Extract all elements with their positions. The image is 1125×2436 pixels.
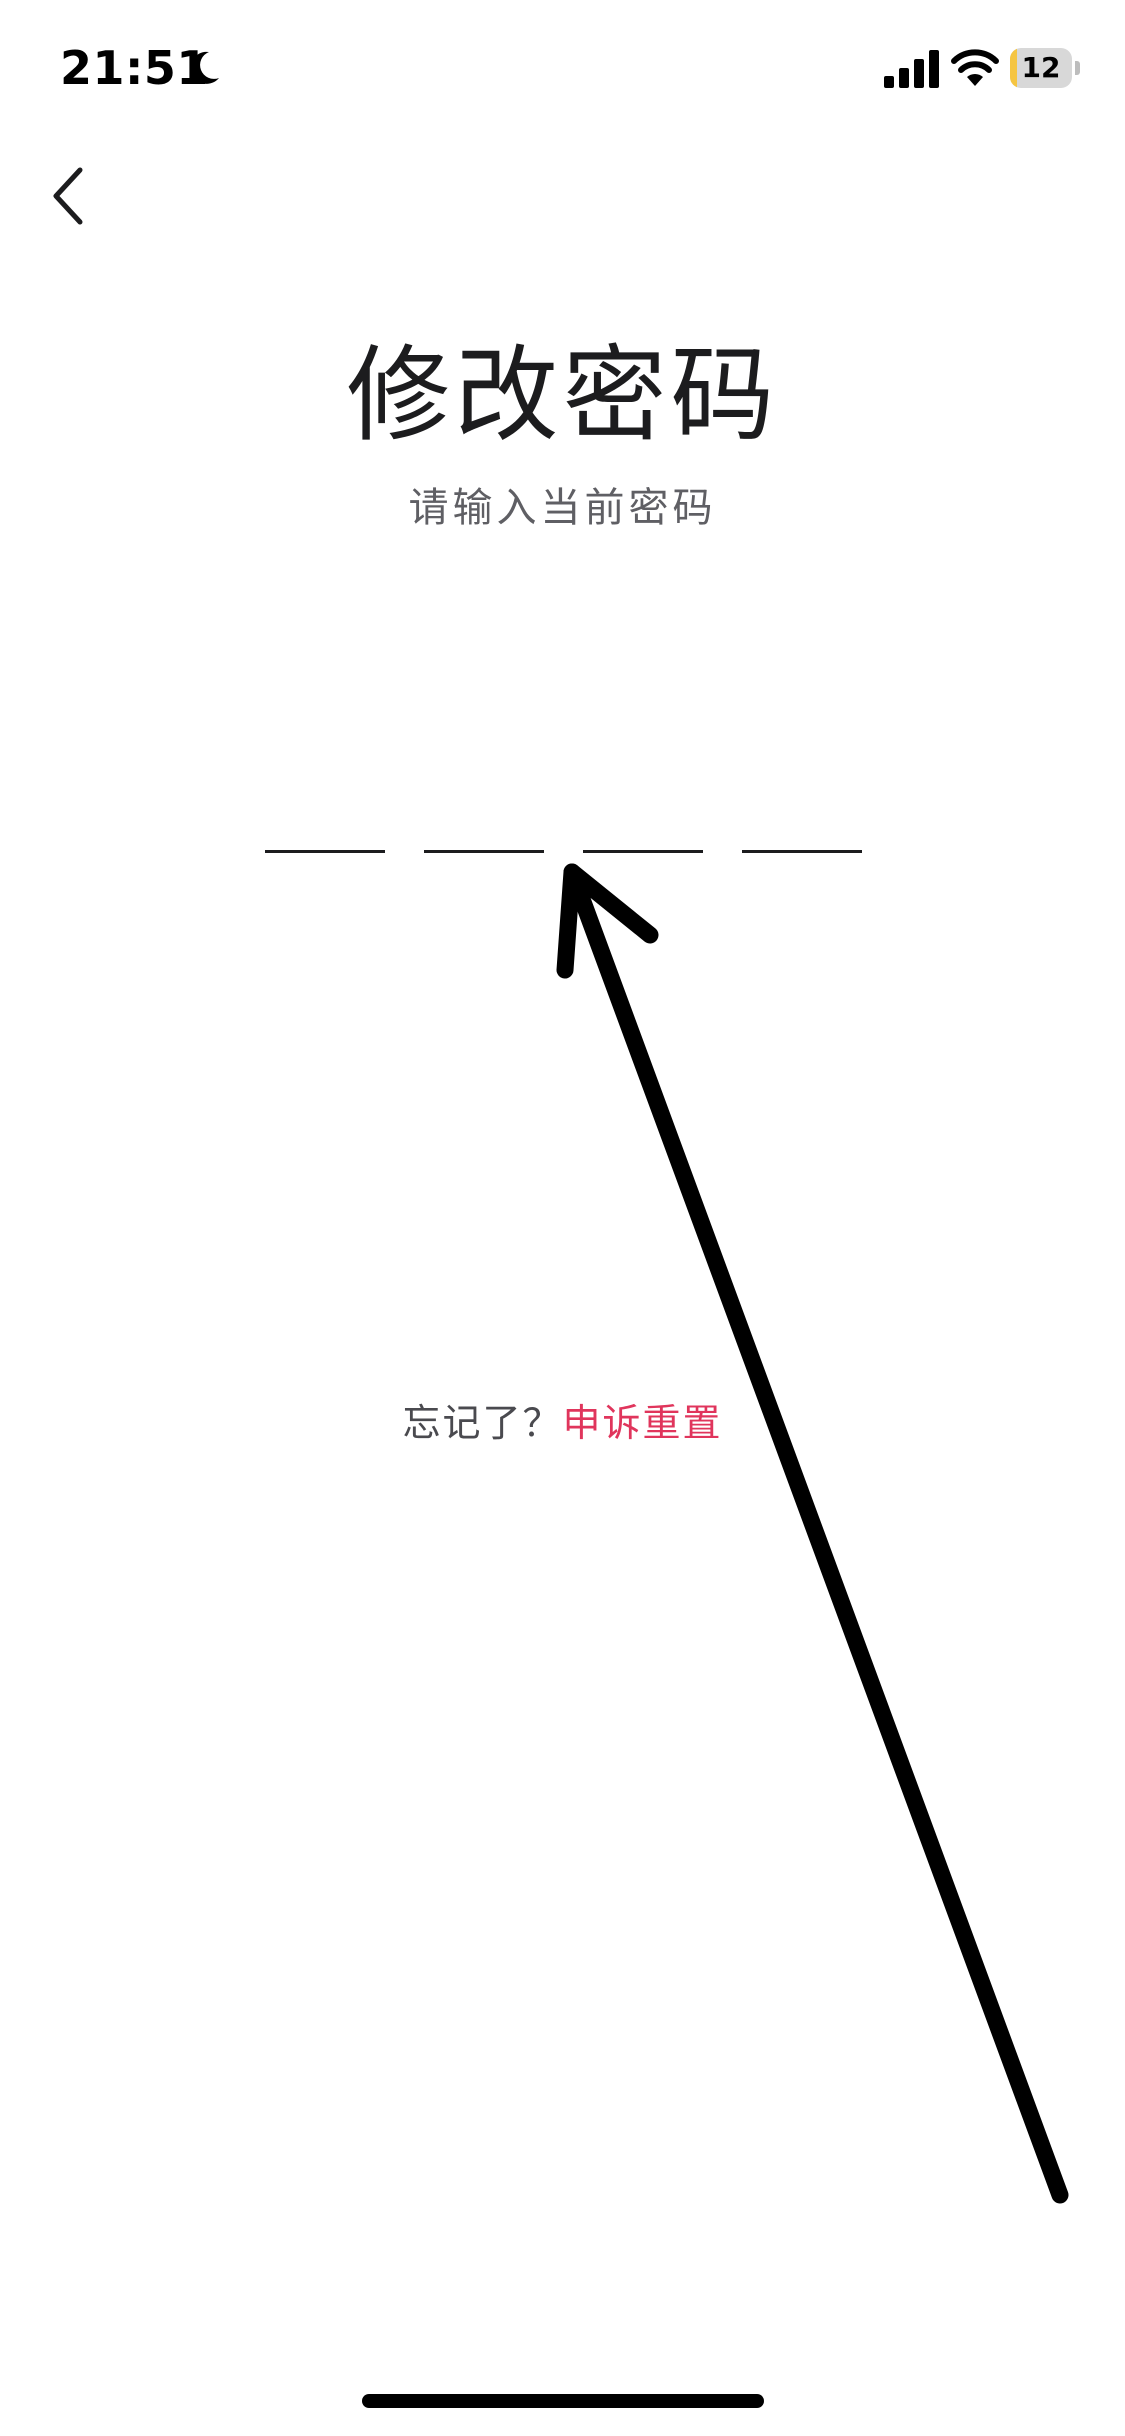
home-indicator [362, 2394, 764, 2408]
page-title: 修改密码 [346, 334, 779, 456]
forgot-prompt: 忘记了？ [402, 1401, 563, 1445]
pin-slot[interactable] [583, 780, 703, 853]
pin-slot[interactable] [424, 780, 544, 853]
page-subtitle: 请输入当前密码 [408, 485, 717, 531]
forgot-password-row: 忘记了？申诉重置 [0, 1395, 1125, 1451]
signal-icon [884, 50, 939, 88]
wifi-icon [951, 49, 999, 86]
chevron-left-icon [53, 167, 83, 225]
back-button[interactable] [40, 160, 100, 232]
pin-slot[interactable] [265, 780, 385, 853]
moon-icon [190, 51, 219, 84]
appeal-reset-link[interactable]: 申诉重置 [563, 1401, 723, 1445]
pin-slot[interactable] [742, 780, 862, 853]
battery-icon: 12 [1010, 48, 1080, 88]
battery-level: 12 [1021, 51, 1061, 84]
